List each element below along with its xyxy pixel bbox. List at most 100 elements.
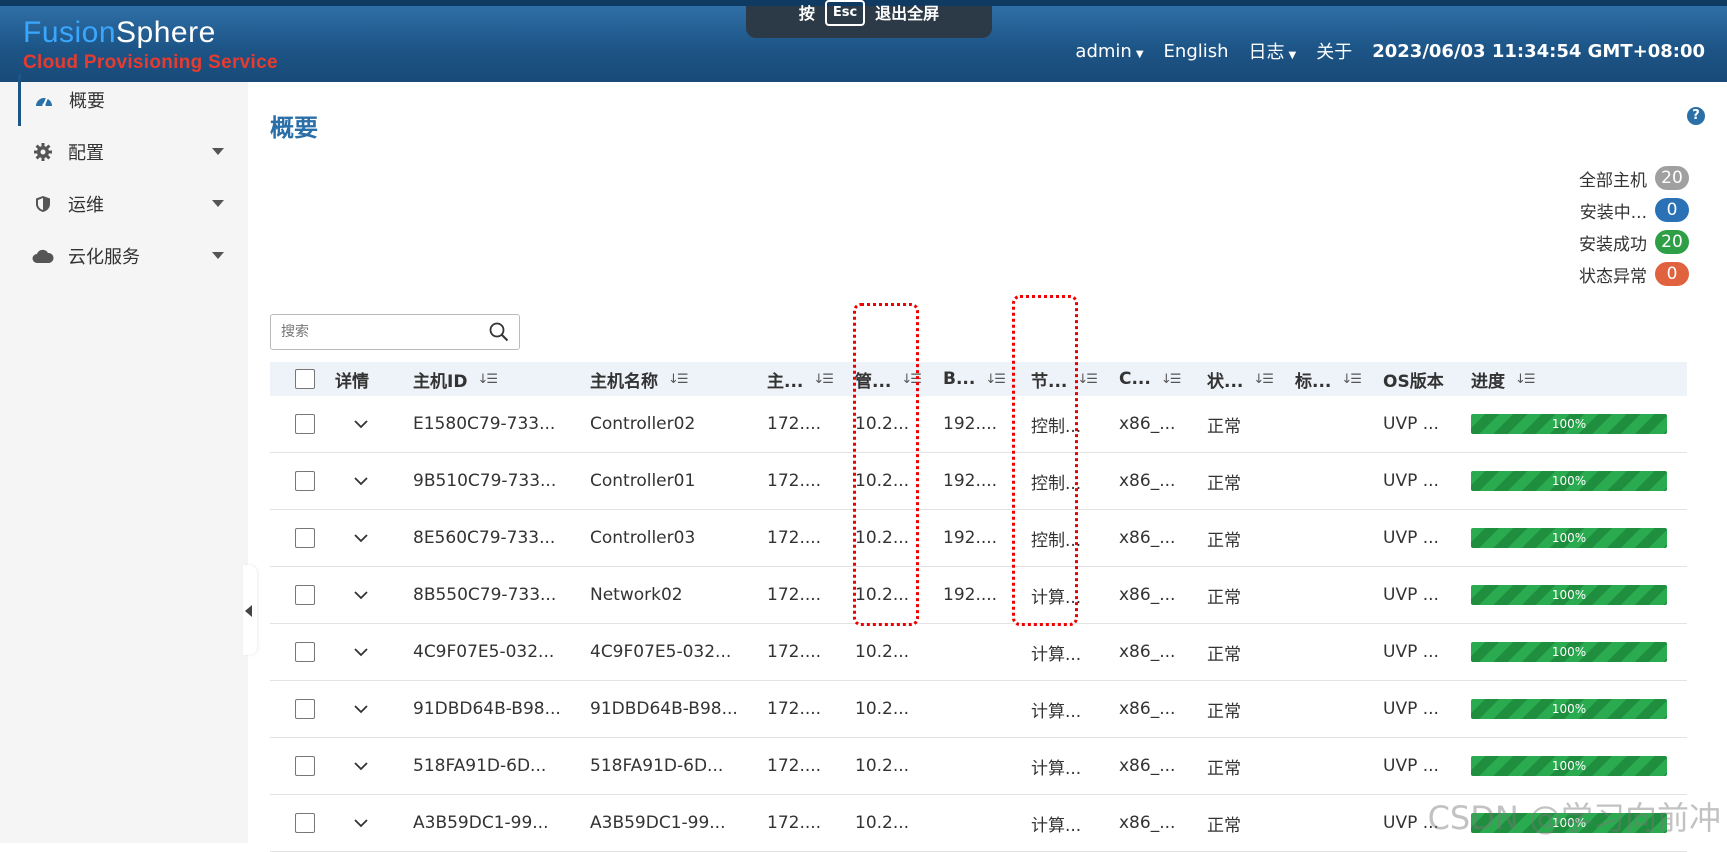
table-cell: Controller02 [580, 414, 757, 434]
dashboard-icon [33, 89, 55, 111]
language-link[interactable]: English [1164, 41, 1229, 62]
table-cell: 正常 [1197, 811, 1285, 836]
hosts-table: 详情 主机ID↓☰ 主机名称↓☰ 主...↓☰ 管...↓☰ B...↓☰ 节.… [270, 362, 1687, 852]
sort-icon[interactable]: ↓☰ [668, 372, 687, 387]
exit-fullscreen-hint: 按Esc退出全屏 [746, 6, 992, 38]
status-badge: 20 [1655, 230, 1689, 254]
table-cell: UVP ... [1373, 756, 1461, 776]
esc-key: Esc [825, 0, 865, 26]
table-cell: 计算... [1021, 754, 1109, 779]
row-checkbox[interactable] [295, 471, 315, 491]
table-row[interactable]: 518FA91D-6D...518FA91D-6D...172....10.2.… [270, 738, 1687, 795]
select-all-checkbox[interactable] [295, 369, 315, 389]
sidebar-item-label: 运维 [68, 191, 104, 217]
table-cell: A3B59DC1-99... [580, 813, 757, 833]
table-cell: 91DBD64B-B98... [580, 699, 757, 719]
sort-icon[interactable]: ↓☰ [1341, 372, 1360, 387]
row-checkbox[interactable] [295, 585, 315, 605]
table-row[interactable]: 8B550C79-733...Network02172....10.2...19… [270, 567, 1687, 624]
user-menu[interactable]: admin▼ [1075, 41, 1143, 62]
column-header[interactable]: 标...↓☰ [1285, 367, 1373, 392]
table-cell: 172.... [757, 414, 845, 434]
sort-icon[interactable]: ↓☰ [985, 372, 1004, 387]
status-badge: 0 [1655, 198, 1689, 222]
table-cell: UVP ... [1373, 471, 1461, 491]
table-cell: 8B550C79-733... [403, 585, 580, 605]
logo: FusionSphere Cloud Provisioning Service [23, 16, 278, 74]
main-content: 概要 ? 全部主机20 安装中...0 安装成功20 状态异常0 详情 主机ID… [248, 82, 1727, 843]
table-row[interactable]: E1580C79-733...Controller02172....10.2..… [270, 396, 1687, 453]
expand-chevron-icon[interactable] [353, 699, 369, 719]
status-badge: 20 [1655, 166, 1689, 190]
expand-chevron-icon[interactable] [353, 642, 369, 662]
table-cell: 4C9F07E5-032... [403, 642, 580, 662]
column-header[interactable]: C...↓☰ [1109, 369, 1197, 389]
stat-abnormal[interactable]: 状态异常0 [1579, 258, 1689, 290]
table-cell: UVP ... [1373, 528, 1461, 548]
sort-icon[interactable]: ↓☰ [1515, 372, 1534, 387]
annotation-highlight-box [1012, 295, 1078, 626]
table-cell: 计算... [1021, 640, 1109, 665]
row-checkbox[interactable] [295, 528, 315, 548]
table-cell: x86_... [1109, 642, 1197, 662]
column-header[interactable]: 主机名称↓☰ [580, 367, 757, 392]
table-row[interactable]: 8E560C79-733...Controller03172....10.2..… [270, 510, 1687, 567]
search-icon[interactable] [489, 322, 509, 346]
table-cell: 正常 [1197, 583, 1285, 608]
table-row[interactable]: 9B510C79-733...Controller01172....10.2..… [270, 453, 1687, 510]
row-checkbox[interactable] [295, 642, 315, 662]
column-header[interactable]: 主机ID↓☰ [403, 367, 580, 392]
log-menu[interactable]: 日志▼ [1249, 38, 1297, 64]
table-cell: x86_... [1109, 528, 1197, 548]
sidebar-item-config[interactable]: 配置 [0, 126, 248, 178]
expand-chevron-icon[interactable] [353, 471, 369, 491]
table-cell: 192.... [933, 414, 1021, 434]
search-box [270, 314, 520, 350]
table-cell: A3B59DC1-99... [403, 813, 580, 833]
row-checkbox[interactable] [295, 414, 315, 434]
column-header[interactable]: 进度↓☰ [1461, 367, 1671, 392]
table-cell: 518FA91D-6D... [580, 756, 757, 776]
expand-chevron-icon[interactable] [353, 585, 369, 605]
table-cell: x86_... [1109, 471, 1197, 491]
sort-icon[interactable]: ↓☰ [477, 372, 496, 387]
table-cell: 172.... [757, 471, 845, 491]
sidebar-item-ops[interactable]: 运维 [0, 178, 248, 230]
table-cell: 9B510C79-733... [403, 471, 580, 491]
top-bar: FusionSphere Cloud Provisioning Service … [0, 0, 1727, 82]
expand-chevron-icon[interactable] [353, 756, 369, 776]
column-header[interactable]: 主...↓☰ [757, 367, 845, 392]
expand-chevron-icon[interactable] [353, 813, 369, 833]
table-row[interactable]: 4C9F07E5-032...4C9F07E5-032...172....10.… [270, 624, 1687, 681]
sidebar-item-overview[interactable]: 概要 [18, 74, 248, 126]
sort-icon[interactable]: ↓☰ [813, 372, 832, 387]
sort-icon[interactable]: ↓☰ [1253, 372, 1272, 387]
expand-chevron-icon[interactable] [353, 528, 369, 548]
about-link[interactable]: 关于 [1316, 38, 1352, 64]
row-checkbox[interactable] [295, 813, 315, 833]
help-icon[interactable]: ? [1687, 107, 1705, 125]
column-header: 详情 [325, 367, 403, 392]
row-checkbox[interactable] [295, 699, 315, 719]
progress-bar: 100% [1471, 414, 1667, 434]
stat-all-hosts[interactable]: 全部主机20 [1579, 162, 1689, 194]
table-cell: 172.... [757, 585, 845, 605]
table-row[interactable]: 91DBD64B-B98...91DBD64B-B98...172....10.… [270, 681, 1687, 738]
column-header[interactable]: B...↓☰ [933, 369, 1021, 389]
sort-icon[interactable]: ↓☰ [1077, 372, 1096, 387]
stat-installing[interactable]: 安装中...0 [1579, 194, 1689, 226]
row-checkbox[interactable] [295, 756, 315, 776]
status-badge: 0 [1655, 262, 1689, 286]
progress-bar: 100% [1471, 756, 1667, 776]
search-input[interactable] [281, 316, 481, 348]
annotation-highlight-box [853, 303, 919, 626]
table-cell: 518FA91D-6D... [403, 756, 580, 776]
gear-icon [32, 141, 54, 163]
table-cell: 192.... [933, 585, 1021, 605]
sidebar-item-cloud-service[interactable]: 云化服务 [0, 230, 248, 282]
stat-install-success[interactable]: 安装成功20 [1579, 226, 1689, 258]
column-header[interactable]: 状...↓☰ [1197, 367, 1285, 392]
sort-icon[interactable]: ↓☰ [1161, 372, 1180, 387]
sidebar: 概要 配置 运维 云化服务 [0, 82, 248, 843]
expand-chevron-icon[interactable] [353, 414, 369, 434]
